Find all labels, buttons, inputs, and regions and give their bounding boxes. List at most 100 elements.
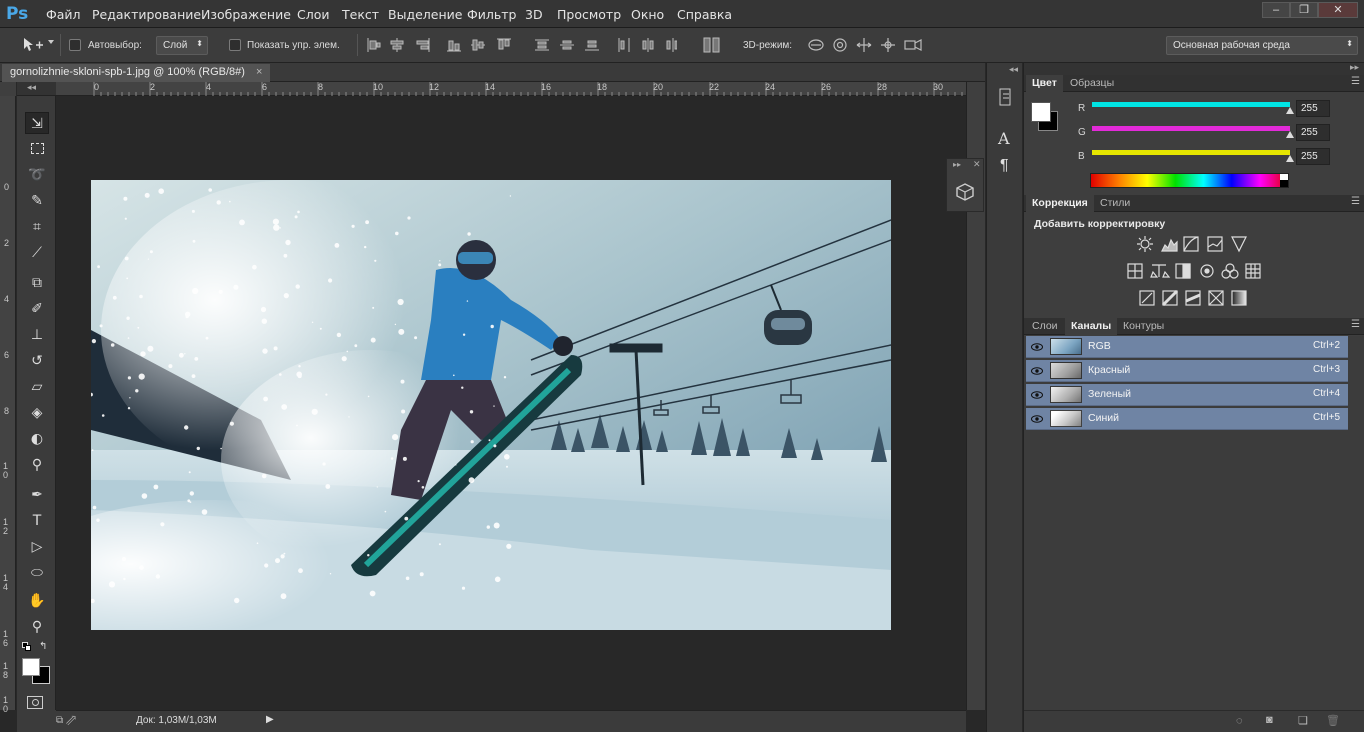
show-transform-checkbox[interactable] bbox=[229, 39, 241, 51]
menu-image[interactable]: Изображение bbox=[201, 7, 291, 22]
collapse-icon[interactable]: ◂◂ bbox=[1009, 64, 1018, 75]
tab-paths[interactable]: Контуры bbox=[1117, 318, 1170, 335]
align-distribute-icons[interactable] bbox=[367, 38, 677, 52]
adjustment-icons-row-1[interactable] bbox=[1136, 235, 1256, 253]
paragraph-panel-icon[interactable]: ¶ bbox=[1000, 157, 1009, 175]
workspace-select[interactable]: Основная рабочая среда ⬍ bbox=[1166, 36, 1358, 55]
panel-menu-icon[interactable]: ☰ bbox=[1351, 319, 1360, 330]
zoom-tool-icon[interactable]: ⚲ bbox=[25, 616, 49, 638]
slider-thumb-icon[interactable] bbox=[1286, 155, 1294, 162]
lasso-tool-icon[interactable]: ➰ bbox=[25, 164, 49, 186]
menu-select[interactable]: Выделение bbox=[388, 7, 462, 22]
save-selection-icon[interactable]: ◙ bbox=[1266, 714, 1273, 726]
panel-menu-icon[interactable]: ☰ bbox=[1351, 196, 1360, 207]
panel-menu-icon[interactable]: ☰ bbox=[1351, 76, 1360, 87]
move-tool-icon[interactable] bbox=[22, 37, 44, 53]
color-panel-tabs: Цвет Образцы ☰ bbox=[1024, 75, 1364, 92]
eraser-tool-icon[interactable]: ▱ bbox=[25, 376, 49, 398]
tab-swatches[interactable]: Образцы bbox=[1064, 75, 1120, 92]
close-tab-icon[interactable]: × bbox=[256, 66, 262, 78]
menu-layers[interactable]: Слои bbox=[297, 7, 330, 22]
tab-styles[interactable]: Стили bbox=[1094, 195, 1136, 212]
adjustment-icons-row-3[interactable] bbox=[1139, 289, 1255, 307]
status-menu-arrow-icon[interactable]: ▶ bbox=[266, 714, 274, 725]
foreground-color-swatch[interactable] bbox=[22, 658, 40, 676]
crop-tool-icon[interactable]: ⌗ bbox=[25, 216, 49, 238]
menu-view[interactable]: Просмотр bbox=[557, 7, 621, 22]
eye-icon[interactable] bbox=[1031, 389, 1043, 401]
menu-window[interactable]: Окно bbox=[631, 7, 664, 22]
menu-filter[interactable]: Фильтр bbox=[467, 7, 516, 22]
document-tab[interactable]: gornolizhnie-skloni-spb-1.jpg @ 100% (RG… bbox=[2, 64, 271, 82]
channel-row[interactable]: Синий Ctrl+5 bbox=[1026, 408, 1348, 430]
clone-stamp-tool-icon[interactable]: ⊥ bbox=[25, 324, 49, 346]
tab-adjustments[interactable]: Коррекция bbox=[1026, 195, 1094, 212]
3d-panel-icon[interactable] bbox=[956, 183, 974, 201]
color-spectrum-bar[interactable] bbox=[1090, 173, 1289, 188]
menu-help[interactable]: Справка bbox=[677, 7, 732, 22]
minimize-button[interactable]: ‒ bbox=[1262, 2, 1290, 18]
channel-row[interactable]: Красный Ctrl+3 bbox=[1026, 360, 1348, 382]
brush-tool-icon[interactable]: ✐ bbox=[25, 298, 49, 320]
close-icon[interactable]: ✕ bbox=[973, 159, 981, 170]
status-nav-icon[interactable]: ⧉ ⇗ bbox=[56, 715, 76, 726]
expand-icon[interactable]: ▸▸ bbox=[953, 160, 961, 169]
type-tool-icon[interactable]: T bbox=[25, 510, 49, 532]
b-value[interactable]: 255 bbox=[1296, 148, 1330, 165]
g-slider[interactable] bbox=[1092, 126, 1290, 131]
channel-row[interactable]: RGB Ctrl+2 bbox=[1026, 336, 1348, 358]
tool-preset-chevron-icon[interactable] bbox=[48, 40, 54, 44]
ruler-label: 10 bbox=[373, 82, 384, 92]
ellipse-tool-icon[interactable]: ⬭ bbox=[25, 562, 49, 584]
tab-layers[interactable]: Слои bbox=[1026, 318, 1064, 335]
move-tool-icon[interactable]: ⇲ bbox=[25, 112, 49, 134]
pen-tool-icon[interactable]: ✒ bbox=[25, 484, 49, 506]
history-panel-icon[interactable] bbox=[997, 87, 1015, 107]
slider-thumb-icon[interactable] bbox=[1286, 131, 1294, 138]
r-value[interactable]: 255 bbox=[1296, 100, 1330, 117]
menu-file[interactable]: Файл bbox=[46, 7, 81, 22]
swap-colors-icon[interactable]: ↰ bbox=[39, 641, 47, 652]
path-select-tool-icon[interactable]: ▷ bbox=[25, 536, 49, 558]
eye-icon[interactable] bbox=[1031, 365, 1043, 377]
close-window-button[interactable]: ✕ bbox=[1318, 2, 1358, 18]
restore-button[interactable]: ❐ bbox=[1290, 2, 1318, 18]
autoselect-target-select[interactable]: Слой ⬍ bbox=[156, 36, 208, 55]
hand-tool-icon[interactable]: ✋ bbox=[25, 590, 49, 612]
b-slider[interactable] bbox=[1092, 150, 1290, 155]
channel-shortcut: Ctrl+3 bbox=[1313, 364, 1340, 375]
menu-3d[interactable]: 3D bbox=[525, 7, 543, 22]
expand-icon[interactable]: ▸▸ bbox=[1350, 62, 1359, 73]
menu-type[interactable]: Текст bbox=[342, 7, 379, 22]
snowboarder-image[interactable] bbox=[91, 180, 891, 630]
history-brush-tool-icon[interactable]: ↺ bbox=[25, 350, 49, 372]
quick-mask-icon[interactable] bbox=[27, 696, 43, 709]
new-channel-icon[interactable]: ❏ bbox=[1298, 714, 1308, 727]
tab-color[interactable]: Цвет bbox=[1026, 75, 1063, 92]
delete-channel-icon[interactable]: 🗑 bbox=[1326, 714, 1340, 727]
adjustment-icons-row-2[interactable] bbox=[1127, 262, 1263, 280]
load-selection-icon[interactable]: ◌ bbox=[1236, 715, 1243, 727]
eye-icon[interactable] bbox=[1031, 341, 1043, 353]
collapse-icon[interactable]: ◂◂ bbox=[27, 82, 36, 93]
dodge-tool-icon[interactable]: ⚲ bbox=[25, 454, 49, 476]
marquee-tool-icon[interactable] bbox=[25, 138, 49, 160]
blur-tool-icon[interactable]: ◐ bbox=[25, 428, 49, 450]
menu-edit[interactable]: Редактирование bbox=[92, 7, 201, 22]
slider-thumb-icon[interactable] bbox=[1286, 107, 1294, 114]
autoselect-checkbox[interactable] bbox=[69, 39, 81, 51]
r-slider[interactable] bbox=[1092, 102, 1290, 107]
healing-brush-tool-icon[interactable]: ⧉ bbox=[25, 272, 49, 294]
paint-bucket-tool-icon[interactable]: ◈ bbox=[25, 402, 49, 424]
3d-mode-icons[interactable] bbox=[807, 36, 925, 54]
channel-row[interactable]: Зеленый Ctrl+4 bbox=[1026, 384, 1348, 406]
eye-icon[interactable] bbox=[1031, 413, 1043, 425]
g-value[interactable]: 255 bbox=[1296, 124, 1330, 141]
tab-channels[interactable]: Каналы bbox=[1065, 318, 1118, 335]
quick-select-tool-icon[interactable]: ✎ bbox=[25, 190, 49, 212]
default-colors-icon[interactable] bbox=[22, 642, 32, 652]
foreground-color-swatch[interactable] bbox=[1031, 102, 1051, 122]
character-panel-icon[interactable]: A bbox=[998, 129, 1010, 148]
auto-align-icon[interactable] bbox=[703, 37, 721, 53]
eyedropper-tool-icon[interactable]: ⟋ bbox=[25, 242, 49, 264]
